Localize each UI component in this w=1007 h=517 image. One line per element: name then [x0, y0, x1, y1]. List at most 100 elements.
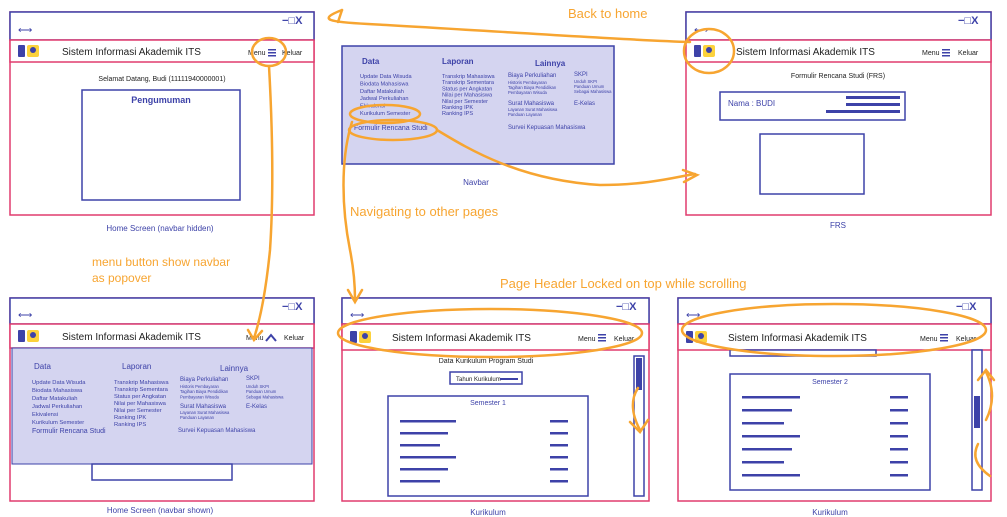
menu-label[interactable]: Menu — [248, 50, 266, 57]
row-sks-line — [550, 444, 568, 447]
storyboard-canvas: ⟷ −□X Sistem Informasi Akademik ITS Menu… — [9, 6, 996, 517]
nav-list-item[interactable]: Nilai per Semester — [442, 99, 488, 105]
hamburger-icon — [942, 49, 950, 51]
nav-list-item[interactable]: Kurikulum Semester — [32, 420, 84, 426]
row-sks-line — [890, 435, 908, 438]
nav-heading-data: Data — [362, 57, 380, 66]
nav-ekelas: E-Kelas — [574, 101, 595, 107]
window-controls-icon: −□X — [616, 301, 637, 313]
row-course-line — [400, 420, 456, 423]
nav-list-item[interactable]: Update Data Wisuda — [32, 380, 86, 386]
scrollbar-thumb[interactable] — [636, 358, 642, 390]
nav-list-item[interactable]: Jadwal Perkuliahan — [32, 404, 82, 410]
row-sks-line — [550, 468, 568, 471]
logout-link[interactable]: Keluar — [284, 335, 305, 342]
welcome-text: Selamat Datang, Budi (11111940000001) — [98, 76, 225, 83]
window-controls-icon: −□X — [282, 301, 303, 313]
row-sks-line — [890, 409, 908, 412]
semester-table — [729, 373, 931, 491]
back-forward-icon: ⟷ — [18, 25, 32, 36]
nav-list-item[interactable]: Pembayaran Wisuda — [508, 90, 548, 95]
nav-list-item[interactable]: Sebagai Mahasiswa — [246, 394, 284, 399]
nav-list-item[interactable]: Update Data Wisuda — [360, 74, 413, 80]
annotation-navigating: Navigating to other pages — [350, 204, 499, 219]
home-shown-wireframe: ⟷ −□X Sistem Informasi Akademik ITS Menu… — [9, 297, 315, 502]
nav-ekelas: E-Kelas — [246, 404, 267, 410]
nav-heading-laporan: Laporan — [442, 57, 474, 66]
nav-biaya-title: Biaya Perkuliahan — [180, 377, 228, 383]
nav-list-item[interactable]: Kurikulum Semester — [360, 111, 410, 117]
row-sks-line — [890, 448, 908, 451]
nav-list-item[interactable]: Panduan Layanan — [508, 112, 543, 117]
nav-list-item[interactable]: Nilai per Mahasiswa — [114, 401, 167, 407]
caption-navbar: Navbar — [463, 178, 489, 187]
header-title: Sistem Informasi Akademik ITS — [392, 333, 531, 344]
row-course-line — [400, 432, 448, 435]
row-sks-line — [550, 480, 568, 483]
row-sks-line — [890, 474, 908, 477]
menu-label[interactable]: Menu — [920, 336, 938, 343]
nav-list-item[interactable]: Ranking IPS — [442, 111, 473, 117]
hamburger-icon — [598, 334, 606, 336]
caption-home-hidden: Home Screen (navbar hidden) — [106, 224, 214, 233]
nav-list-item[interactable]: Transkrip Sementara — [442, 80, 495, 86]
nav-list-item[interactable]: Pembayaran Wisuda — [180, 394, 220, 399]
row-course-line — [400, 456, 456, 459]
nav-survei: Survei Kepuasan Mahasiswa — [178, 428, 256, 434]
nav-list-item[interactable]: Jadwal Perkuliahan — [360, 96, 409, 102]
row-course-line — [742, 461, 784, 464]
row-sks-line — [890, 396, 908, 399]
home-hidden-wireframe: ⟷ −□X Sistem Informasi Akademik ITS Menu… — [9, 11, 315, 216]
nav-list-item[interactable]: Daftar Matakuliah — [360, 89, 404, 95]
nav-list-item[interactable]: Panduan Layanan — [180, 415, 215, 420]
nav-list-item[interactable]: Status per Angkatan — [114, 394, 166, 400]
nav-list-item[interactable]: Ranking IPK — [114, 415, 146, 421]
row-sks-line — [890, 422, 908, 425]
its-logo-icon — [694, 45, 715, 57]
nav-list-item[interactable]: Status per Angkatan — [442, 86, 492, 92]
nav-list-item[interactable]: Ranking IPK — [442, 105, 473, 111]
nav-formulir: Formulir Rencana Studi — [32, 428, 106, 435]
nav-list-item[interactable]: Biodata Mahasiswa — [32, 388, 83, 394]
caption-kurikulum-2: Kurikulum — [812, 508, 848, 517]
nav-list-item[interactable]: Transkrip Sementara — [114, 387, 169, 393]
announcement-box — [81, 89, 241, 201]
annotation-header-locked: Page Header Locked on top while scrollin… — [500, 276, 746, 291]
annotation-menu-popover-1: menu button show navbar — [92, 255, 230, 269]
logout-link[interactable]: Keluar — [958, 50, 979, 57]
nav-list-item[interactable]: Daftar Matakuliah — [32, 396, 77, 402]
header-title: Sistem Informasi Akademik ITS — [728, 333, 867, 344]
kurikulum-title: Data Kurikulum Program Studi — [439, 358, 534, 365]
header-title: Sistem Informasi Akademik ITS — [62, 332, 201, 343]
nav-list-item[interactable]: Nilai per Mahasiswa — [442, 93, 493, 99]
hamburger-icon — [268, 49, 276, 51]
annotation-menu-popover-2: as popover — [92, 271, 151, 285]
menu-label[interactable]: Menu — [922, 50, 940, 57]
scrollbar-thumb[interactable] — [974, 396, 980, 428]
its-logo-icon — [350, 331, 371, 343]
row-course-line — [400, 444, 440, 447]
nav-biaya-title: Biaya Perkuliahan — [508, 73, 556, 79]
kurikulum2-wireframe: ⟷ −□X Sistem Informasi Akademik ITS Menu… — [677, 297, 992, 502]
nav-heading-laporan: Laporan — [122, 362, 151, 371]
nav-list-item[interactable]: Ekivalensi — [32, 412, 58, 418]
its-logo-icon — [18, 330, 39, 342]
nav-list-item[interactable]: Sebagai Mahasiswa — [574, 89, 612, 94]
row-sks-line — [550, 456, 568, 459]
caption-kurikulum-1: Kurikulum — [470, 508, 506, 517]
menu-label[interactable]: Menu — [578, 336, 596, 343]
semester-title: Semester 2 — [812, 379, 848, 386]
nav-list-item[interactable]: Transkrip Mahasiswa — [114, 380, 169, 386]
header-title: Sistem Informasi Akademik ITS — [62, 47, 201, 58]
row-sks-line — [890, 461, 908, 464]
nav-list-item[interactable]: Ranking IPS — [114, 422, 146, 428]
tahun-label: Tahun Kurikulum — [456, 377, 501, 383]
nav-list-item[interactable]: Nilai per Semester — [114, 408, 162, 414]
row-course-line — [742, 422, 784, 425]
nav-list-item[interactable]: Biodata Mahasiswa — [360, 81, 409, 87]
nav-list-item[interactable]: Transkrip Mahasiswa — [442, 74, 496, 80]
row-course-line — [742, 435, 800, 438]
row-sks-line — [550, 432, 568, 435]
row-course-line — [742, 448, 792, 451]
nav-data-list: Update Data WisudaBiodata Mahasiswa Dafta… — [360, 74, 413, 117]
